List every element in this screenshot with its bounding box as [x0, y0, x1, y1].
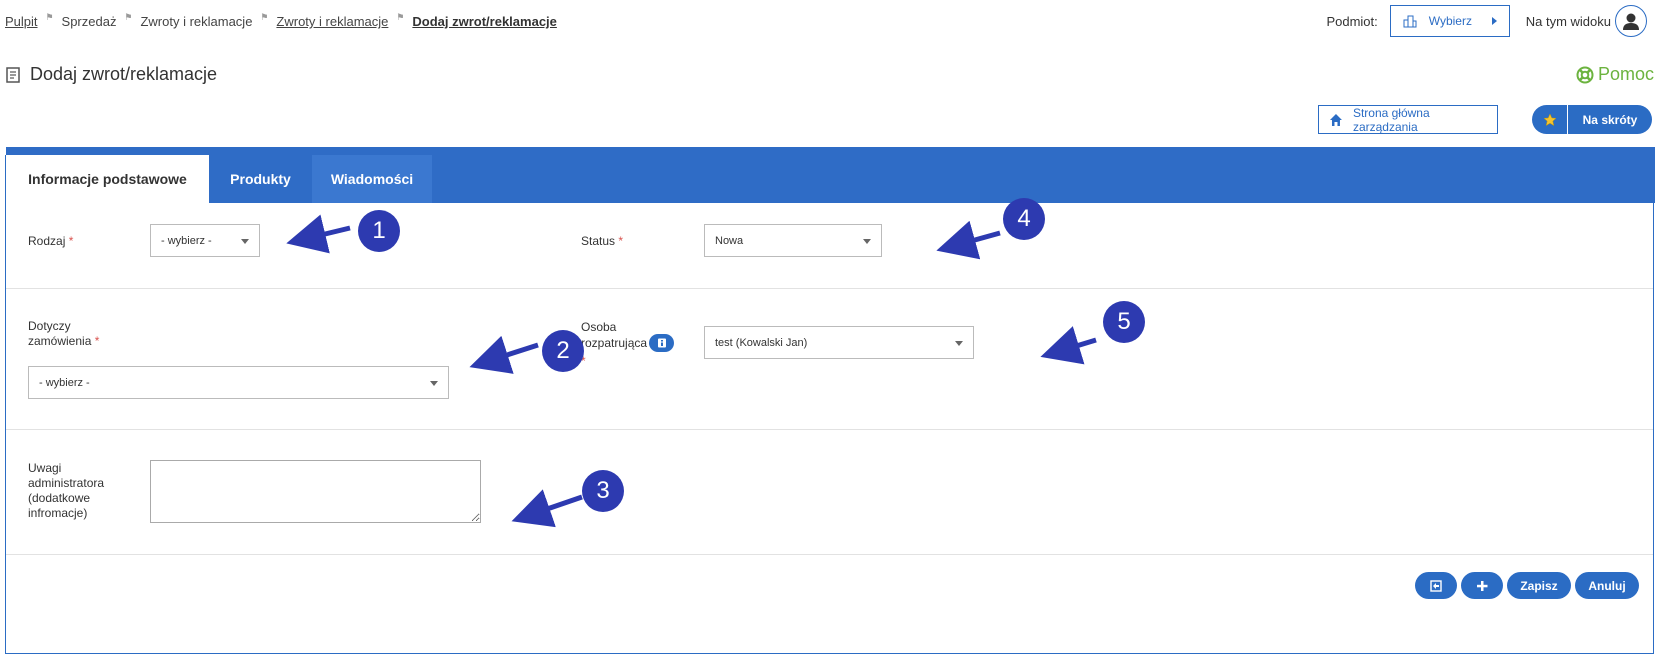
form-panel: Informacje podstawowe Produkty Wiadomośc…	[5, 147, 1655, 654]
annotation-bubble-3: 3	[582, 470, 624, 512]
zamowienie-label: Dotyczy zamówienia *	[28, 319, 100, 348]
buildings-icon	[1403, 15, 1417, 28]
star-icon	[1542, 112, 1557, 126]
annotation-bubble-1: 1	[358, 210, 400, 252]
top-right-controls: Podmiot: Wybierz Na tym widoku	[1326, 5, 1647, 37]
chevron-down-icon	[955, 341, 963, 346]
add-button[interactable]	[1461, 572, 1503, 599]
annotation-bubble-2: 2	[542, 330, 584, 372]
page-title: Dodaj zwrot/reklamacje	[30, 64, 218, 84]
uwagi-label: Uwagi administratora (dodatkowe infromac…	[28, 461, 105, 520]
zamowienie-select-value: - wybierz -	[39, 376, 90, 389]
chevron-down-icon	[241, 239, 249, 244]
user-avatar[interactable]	[1615, 5, 1647, 37]
required-marker: *	[618, 234, 624, 248]
tab-informacje-podstawowe[interactable]: Informacje podstawowe	[6, 155, 209, 203]
section-divider	[6, 429, 1653, 430]
zamowienie-select[interactable]: - wybierz -	[28, 366, 449, 399]
breadcrumb-item-current[interactable]: Dodaj zwrot/reklamacje	[412, 14, 557, 29]
plus-icon	[1477, 580, 1488, 591]
tab-produkty[interactable]: Produkty	[209, 155, 312, 203]
management-home-label: Strona główna zarządzania	[1352, 105, 1430, 134]
rodzaj-label: Rodzaj *	[28, 234, 74, 248]
tab-bar: Informacje podstawowe Produkty Wiadomośc…	[6, 147, 1655, 203]
caret-right-icon	[1491, 17, 1497, 25]
podmiot-label: Podmiot:	[1326, 13, 1378, 29]
shortcuts-group: Na skróty	[1532, 105, 1652, 134]
back-button[interactable]	[1415, 572, 1457, 599]
osoba-select-value: test (Kowalski Jan)	[715, 336, 808, 349]
lifebuoy-icon	[1576, 66, 1594, 83]
user-icon	[1623, 13, 1639, 30]
chevron-down-icon	[863, 239, 871, 244]
help-link[interactable]: Pomoc	[1576, 64, 1654, 85]
form-actions: Zapisz Anuluj	[1411, 572, 1639, 599]
status-select[interactable]: Nowa	[704, 224, 882, 257]
osoba-label: Osoba rozpatrująca *	[581, 319, 675, 369]
podmiot-select-button[interactable]: Wybierz	[1389, 5, 1510, 37]
required-marker: *	[94, 334, 100, 348]
breadcrumb-item-sprzedaz: Sprzedaż	[61, 14, 117, 29]
view-label: Na tym widoku	[1525, 13, 1611, 29]
rodzaj-select[interactable]: - wybierz -	[150, 224, 260, 257]
breadcrumb-item-pulpit[interactable]: Pulpit	[5, 14, 38, 29]
document-icon	[6, 66, 20, 83]
management-home-button[interactable]: Strona główna zarządzania	[1318, 105, 1498, 134]
breadcrumb-separator-icon: ⚑	[396, 12, 405, 22]
breadcrumb-item-zwroty-link[interactable]: Zwroty i reklamacje	[276, 14, 388, 29]
breadcrumb-separator-icon: ⚑	[124, 12, 133, 22]
breadcrumb-separator-icon: ⚑	[45, 12, 54, 22]
favorite-button[interactable]	[1532, 105, 1568, 134]
required-marker: *	[68, 234, 74, 248]
annotation-bubble-4: 4	[1003, 198, 1045, 240]
section-divider	[6, 288, 1653, 289]
status-select-value: Nowa	[715, 234, 744, 247]
breadcrumb: Pulpit ⚑ Sprzedaż ⚑ Zwroty i reklamacje …	[5, 12, 557, 29]
tab-wiadomosci[interactable]: Wiadomości	[312, 155, 432, 203]
status-label: Status *	[581, 234, 624, 248]
rodzaj-select-value: - wybierz -	[161, 234, 212, 247]
help-label: Pomoc	[1597, 64, 1654, 84]
podmiot-select-label: Wybierz	[1428, 14, 1472, 28]
page-title-row: Dodaj zwrot/reklamacje	[6, 64, 217, 85]
info-button[interactable]	[649, 334, 675, 352]
chevron-down-icon	[430, 381, 438, 386]
breadcrumb-item-zwroty: Zwroty i reklamacje	[140, 14, 253, 29]
home-icon	[1329, 113, 1342, 126]
save-button[interactable]: Zapisz	[1507, 572, 1571, 599]
shortcuts-button[interactable]: Na skróty	[1568, 105, 1652, 134]
cancel-button[interactable]: Anuluj	[1575, 572, 1639, 599]
back-list-icon	[1430, 579, 1442, 592]
breadcrumb-separator-icon: ⚑	[260, 12, 269, 22]
info-card-icon	[657, 338, 666, 348]
annotation-bubble-5: 5	[1103, 301, 1145, 343]
section-divider	[6, 554, 1653, 555]
osoba-select[interactable]: test (Kowalski Jan)	[704, 326, 974, 359]
uwagi-textarea[interactable]	[150, 460, 481, 523]
